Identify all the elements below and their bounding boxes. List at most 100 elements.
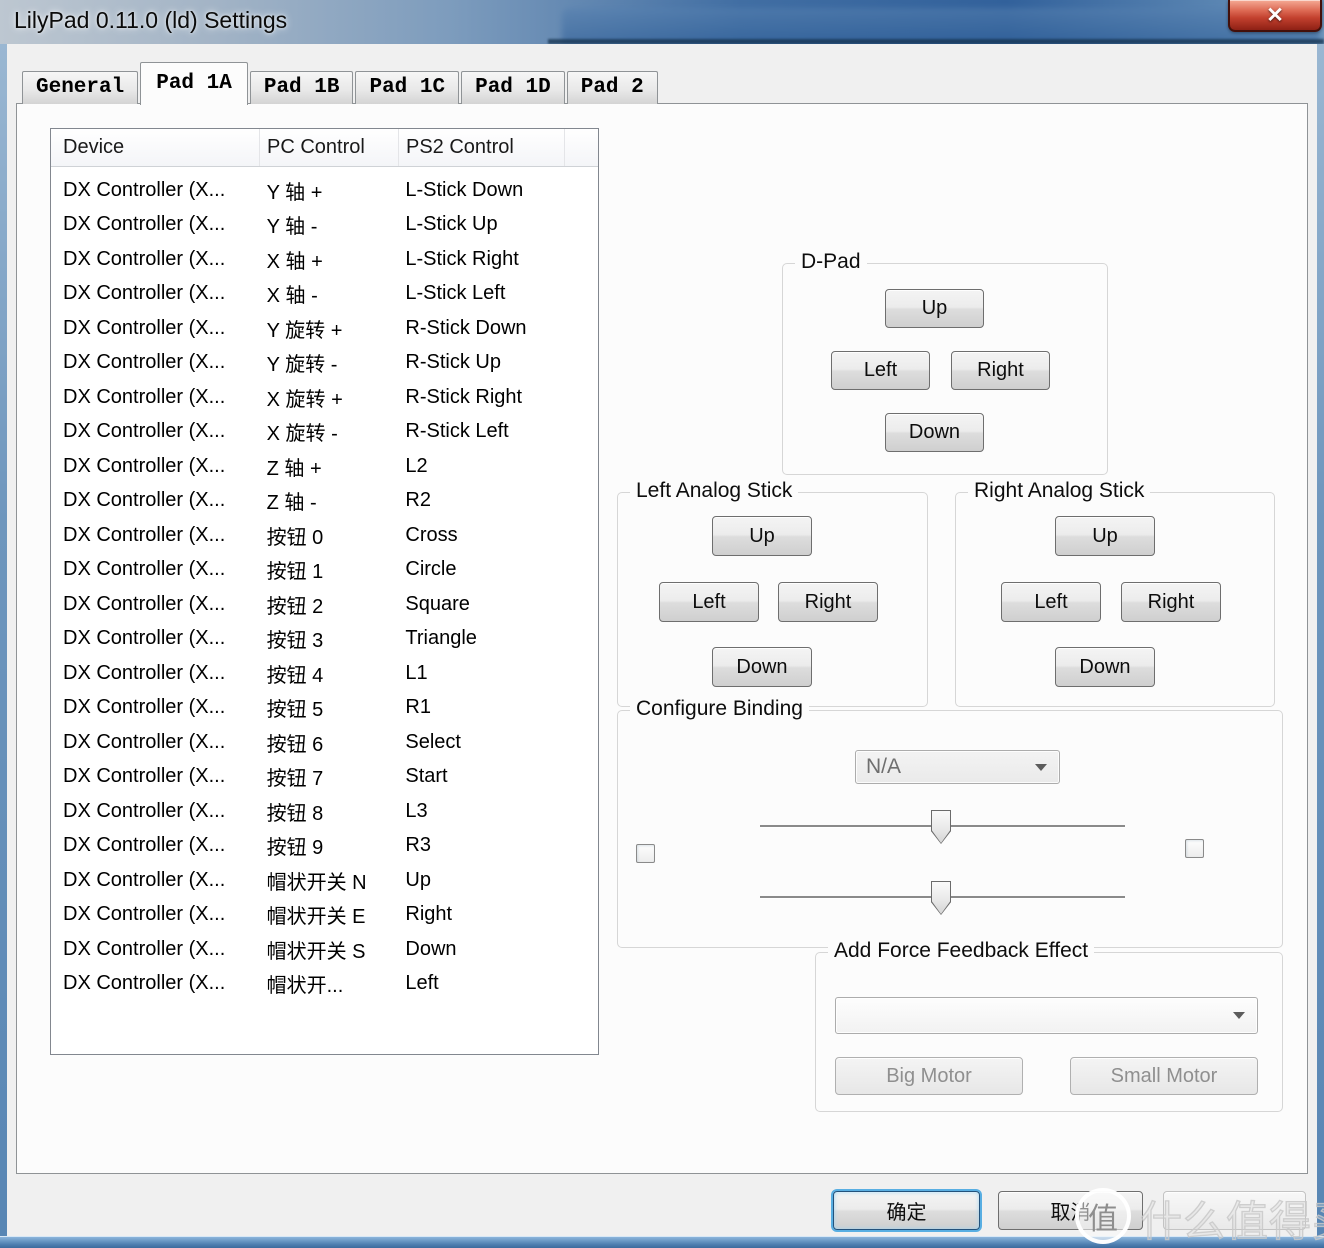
row-pc-control: Z 轴 - xyxy=(260,486,399,515)
ok-button[interactable]: 确定 xyxy=(833,1191,980,1230)
row-device: DX Controller (X... xyxy=(51,351,260,374)
row-pc-control: 按钮 4 xyxy=(260,659,399,688)
row-pc-control: 帽状开关 E xyxy=(260,900,399,929)
tab-pad-2[interactable]: Pad 2 xyxy=(567,71,658,104)
table-row[interactable]: DX Controller (X... Y 旋转 - R-Stick Up xyxy=(51,346,598,381)
turbo-checkbox[interactable] xyxy=(636,844,655,863)
row-pc-control: Z 轴 + xyxy=(260,452,399,481)
table-row[interactable]: DX Controller (X... 按钮 3 Triangle xyxy=(51,622,598,657)
row-device: DX Controller (X... xyxy=(51,213,260,236)
table-row[interactable]: DX Controller (X... Y 旋转 + R-Stick Down xyxy=(51,311,598,346)
row-pc-control: 按钮 9 xyxy=(260,831,399,860)
row-ps2-control: R2 xyxy=(398,489,598,512)
watermark-text: 什么值得买 xyxy=(1140,1188,1324,1248)
tab-pad-1b[interactable]: Pad 1B xyxy=(250,71,354,104)
row-ps2-control: R3 xyxy=(398,834,598,857)
table-row[interactable]: DX Controller (X... 帽状开关 S Down xyxy=(51,932,598,967)
table-row[interactable]: DX Controller (X... Y 轴 - L-Stick Up xyxy=(51,208,598,243)
table-row[interactable]: DX Controller (X... Z 轴 - R2 xyxy=(51,484,598,519)
row-ps2-control: L-Stick Left xyxy=(398,282,598,305)
window-title: LilyPad 0.11.0 (ld) Settings xyxy=(14,7,287,34)
row-ps2-control: Triangle xyxy=(398,627,598,650)
table-row[interactable]: DX Controller (X... 按钮 8 L3 xyxy=(51,794,598,829)
table-row[interactable]: DX Controller (X... 按钮 7 Start xyxy=(51,760,598,795)
right-stick-down-button[interactable]: Down xyxy=(1055,647,1155,687)
left-stick-left-button[interactable]: Left xyxy=(659,582,759,622)
row-device: DX Controller (X... xyxy=(51,179,260,202)
tab-general[interactable]: General xyxy=(22,71,138,104)
dead-zone-slider-thumb[interactable] xyxy=(931,881,951,915)
table-row[interactable]: DX Controller (X... X 轴 + L-Stick Right xyxy=(51,242,598,277)
row-pc-control: 帽状开关 S xyxy=(260,935,399,964)
row-pc-control: 按钮 2 xyxy=(260,590,399,619)
table-row[interactable]: DX Controller (X... 帽状开... Left xyxy=(51,967,598,1002)
table-row[interactable]: DX Controller (X... 按钮 6 Select xyxy=(51,725,598,760)
dpad-up-button[interactable]: Up xyxy=(885,289,984,328)
table-row[interactable]: DX Controller (X... X 轴 - L-Stick Left xyxy=(51,277,598,312)
close-button[interactable]: ✕ xyxy=(1228,0,1322,32)
tab-pad-1a[interactable]: Pad 1A xyxy=(140,62,248,105)
tab-pad-1c[interactable]: Pad 1C xyxy=(355,71,459,104)
tab-pad-1d[interactable]: Pad 1D xyxy=(461,71,565,104)
row-device: DX Controller (X... xyxy=(51,420,260,443)
table-row[interactable]: DX Controller (X... 帽状开关 N Up xyxy=(51,863,598,898)
column-header-pc-control[interactable]: PC Control xyxy=(260,129,399,166)
dpad-group-label: D-Pad xyxy=(795,250,867,274)
row-ps2-control: L-Stick Down xyxy=(398,179,598,202)
row-ps2-control: L2 xyxy=(398,455,598,478)
left-stick-group-label: Left Analog Stick xyxy=(630,479,798,503)
row-pc-control: Y 轴 + xyxy=(260,176,399,205)
row-ps2-control: L-Stick Up xyxy=(398,213,598,236)
table-row[interactable]: DX Controller (X... 按钮 4 L1 xyxy=(51,656,598,691)
big-motor-button[interactable]: Big Motor xyxy=(835,1057,1023,1095)
bindings-list-header: Device PC Control PS2 Control xyxy=(51,129,598,167)
table-row[interactable]: DX Controller (X... Y 轴 + L-Stick Down xyxy=(51,173,598,208)
table-row[interactable]: DX Controller (X... X 旋转 + R-Stick Right xyxy=(51,380,598,415)
table-row[interactable]: DX Controller (X... Z 轴 + L2 xyxy=(51,449,598,484)
row-pc-control: X 轴 + xyxy=(260,245,399,274)
row-device: DX Controller (X... xyxy=(51,248,260,271)
dpad-down-button[interactable]: Down xyxy=(885,413,984,452)
row-device: DX Controller (X... xyxy=(51,317,260,340)
binding-command-dropdown[interactable]: N/A xyxy=(855,750,1060,784)
table-row[interactable]: DX Controller (X... 按钮 2 Square xyxy=(51,587,598,622)
dpad-right-button[interactable]: Right xyxy=(951,351,1050,390)
table-row[interactable]: DX Controller (X... 按钮 9 R3 xyxy=(51,829,598,864)
left-stick-up-button[interactable]: Up xyxy=(712,516,812,556)
row-device: DX Controller (X... xyxy=(51,765,260,788)
bindings-list[interactable]: Device PC Control PS2 Control DX Control… xyxy=(50,128,599,1055)
row-pc-control: 帽状开关 N xyxy=(260,866,399,895)
row-ps2-control: L3 xyxy=(398,800,598,823)
row-ps2-control: L-Stick Right xyxy=(398,248,598,271)
flip-checkbox[interactable] xyxy=(1185,839,1204,858)
row-pc-control: 按钮 0 xyxy=(260,521,399,550)
left-stick-down-button[interactable]: Down xyxy=(712,647,812,687)
right-stick-up-button[interactable]: Up xyxy=(1055,516,1155,556)
right-stick-right-button[interactable]: Right xyxy=(1121,582,1221,622)
column-header-empty[interactable] xyxy=(565,129,598,166)
table-row[interactable]: DX Controller (X... X 旋转 - R-Stick Left xyxy=(51,415,598,450)
column-header-ps2-control[interactable]: PS2 Control xyxy=(399,129,565,166)
table-row[interactable]: DX Controller (X... 按钮 1 Circle xyxy=(51,553,598,588)
binding-command-value: N/A xyxy=(856,755,1035,779)
right-stick-left-button[interactable]: Left xyxy=(1001,582,1101,622)
force-feedback-dropdown[interactable] xyxy=(835,997,1258,1034)
right-stick-group-label: Right Analog Stick xyxy=(968,479,1150,503)
watermark-logo: 值 xyxy=(1075,1188,1131,1244)
row-ps2-control: Up xyxy=(398,869,598,892)
row-ps2-control: Cross xyxy=(398,524,598,547)
table-row[interactable]: DX Controller (X... 按钮 0 Cross xyxy=(51,518,598,553)
row-pc-control: Y 轴 - xyxy=(260,210,399,239)
row-pc-control: X 旋转 - xyxy=(260,417,399,446)
column-header-device[interactable]: Device xyxy=(51,129,260,166)
row-pc-control: 按钮 8 xyxy=(260,797,399,826)
tabstrip: General Pad 1A Pad 1B Pad 1C Pad 1D Pad … xyxy=(22,60,660,104)
table-row[interactable]: DX Controller (X... 帽状开关 E Right xyxy=(51,898,598,933)
small-motor-button[interactable]: Small Motor xyxy=(1070,1057,1258,1095)
table-row[interactable]: DX Controller (X... 按钮 5 R1 xyxy=(51,691,598,726)
row-pc-control: X 旋转 + xyxy=(260,383,399,412)
left-stick-right-button[interactable]: Right xyxy=(778,582,878,622)
dpad-left-button[interactable]: Left xyxy=(831,351,930,390)
window-border-bottom xyxy=(0,1236,1324,1248)
sensitivity-slider-thumb[interactable] xyxy=(931,810,951,844)
